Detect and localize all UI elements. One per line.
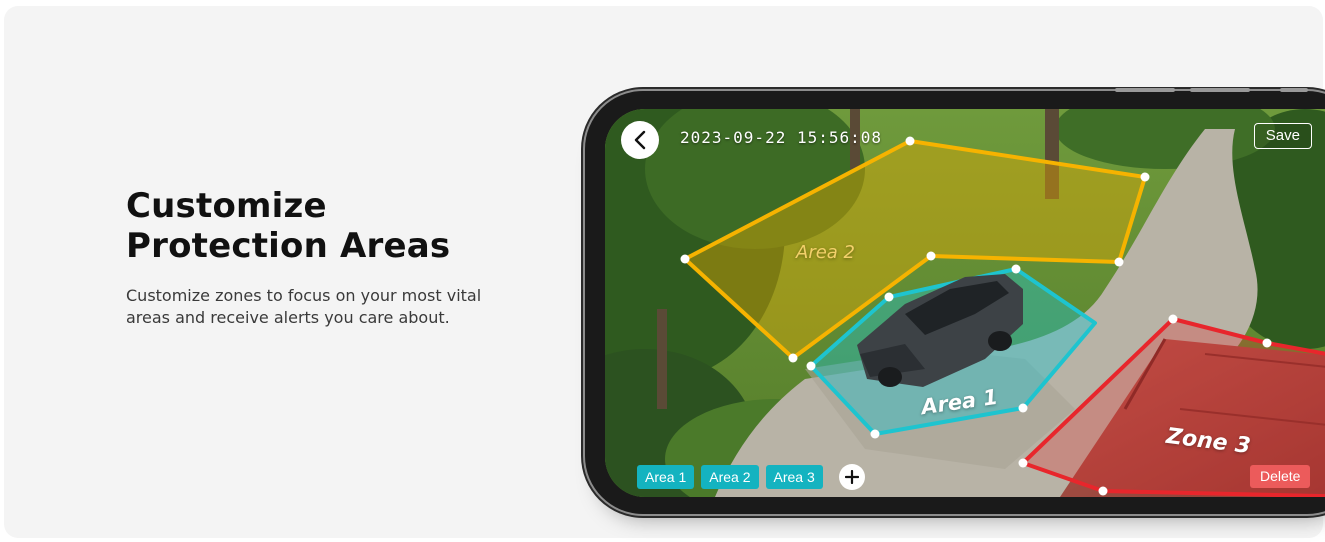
save-button[interactable]: Save: [1253, 123, 1312, 149]
area-tabs: Area 1 Area 2 Area 3: [637, 464, 865, 490]
subtext: Customize zones to focus on your most vi…: [126, 285, 526, 329]
delete-button[interactable]: Delete: [1250, 465, 1311, 488]
back-button[interactable]: [621, 121, 659, 159]
tab-area-2[interactable]: Area 2: [701, 465, 759, 489]
zone-label-area-2: Area 2: [796, 242, 855, 263]
plus-icon: [844, 470, 859, 484]
tab-area-3[interactable]: Area 3: [765, 465, 823, 489]
tab-area-1[interactable]: Area 1: [637, 465, 695, 489]
headline: Customize Protection Areas: [126, 186, 546, 266]
chevron-left-icon: [634, 130, 646, 150]
headline-line-1: Customize: [126, 186, 327, 226]
camera-timestamp: 2023-09-22 15:56:08: [680, 128, 883, 147]
headline-line-2: Protection Areas: [126, 226, 451, 266]
phone-side-button: [1190, 88, 1250, 92]
add-area-button[interactable]: [838, 464, 865, 490]
subtext-line-2: areas and receive alerts you care about.: [126, 308, 450, 327]
phone-side-button: [1280, 88, 1308, 92]
subtext-line-1: Customize zones to focus on your most vi…: [126, 286, 482, 305]
app-screen: Area 2 Area 1 Zone 3 2023-09-22 15:56:08…: [605, 109, 1325, 497]
tree-trunk: [657, 309, 667, 409]
phone-side-button: [1115, 88, 1175, 92]
